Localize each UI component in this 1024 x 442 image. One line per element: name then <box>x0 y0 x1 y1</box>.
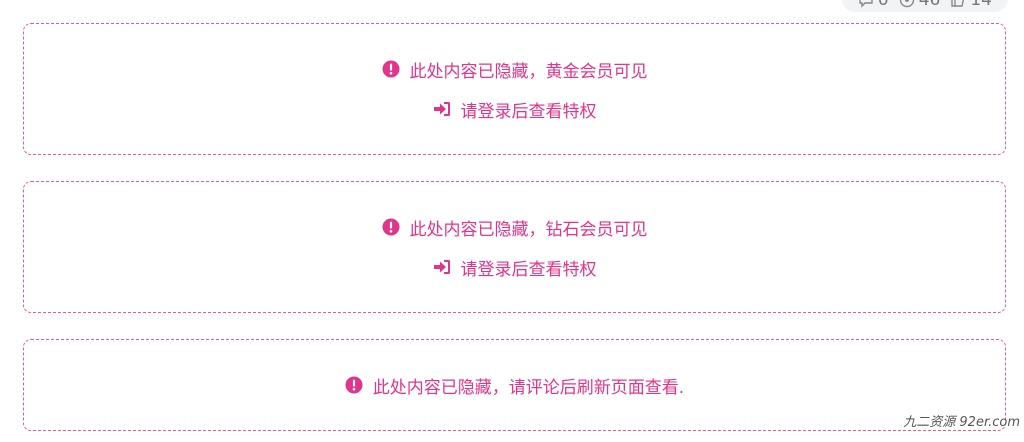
sign-in-icon <box>433 260 450 274</box>
hidden-notice: 此处内容已隐藏，黄金会员可见 <box>382 57 648 82</box>
login-link-text: 请登录后查看特权 <box>460 259 597 280</box>
hidden-content-box-diamond: 此处内容已隐藏，钻石会员可见 请登录后查看特权 <box>23 181 1006 313</box>
login-link[interactable]: 请登录后查看特权 <box>433 255 597 280</box>
login-link[interactable]: 请登录后查看特权 <box>433 97 597 122</box>
sign-in-icon <box>433 102 450 116</box>
eye-icon <box>899 0 914 8</box>
login-link-text: 请登录后查看特权 <box>460 101 597 122</box>
exclamation-circle-icon <box>345 376 363 394</box>
comment-icon <box>859 0 873 8</box>
view-stat: 46 <box>899 0 941 10</box>
view-count: 46 <box>918 0 941 10</box>
exclamation-circle-icon <box>382 60 399 78</box>
page: 0 46 14 此处内容已隐藏，黄金会员可见 请登录后查看特权 此处内容已隐藏，… <box>0 0 1024 442</box>
like-stat[interactable]: 14 <box>950 0 992 10</box>
exclamation-circle-icon <box>382 218 399 236</box>
comment-stat[interactable]: 0 <box>858 0 889 10</box>
hidden-notice-text: 此处内容已隐藏，黄金会员可见 <box>409 61 648 82</box>
hidden-notice-text: 此处内容已隐藏，钻石会员可见 <box>409 219 648 240</box>
post-stats-bar: 0 46 14 <box>841 0 1008 12</box>
thumbs-up-icon <box>951 0 965 7</box>
hidden-notice: 此处内容已隐藏，钻石会员可见 <box>382 215 648 240</box>
comment-count: 0 <box>877 0 889 10</box>
hidden-notice-text: 此处内容已隐藏，请评论后刷新页面查看. <box>372 377 685 398</box>
hidden-content-box-gold: 此处内容已隐藏，黄金会员可见 请登录后查看特权 <box>23 23 1006 155</box>
like-count: 14 <box>970 0 992 10</box>
hidden-notice: 此处内容已隐藏，请评论后刷新页面查看. <box>345 373 685 398</box>
hidden-content-box-comment: 此处内容已隐藏，请评论后刷新页面查看. <box>23 339 1006 431</box>
site-watermark: 九二资源 92er.com <box>903 415 1020 430</box>
